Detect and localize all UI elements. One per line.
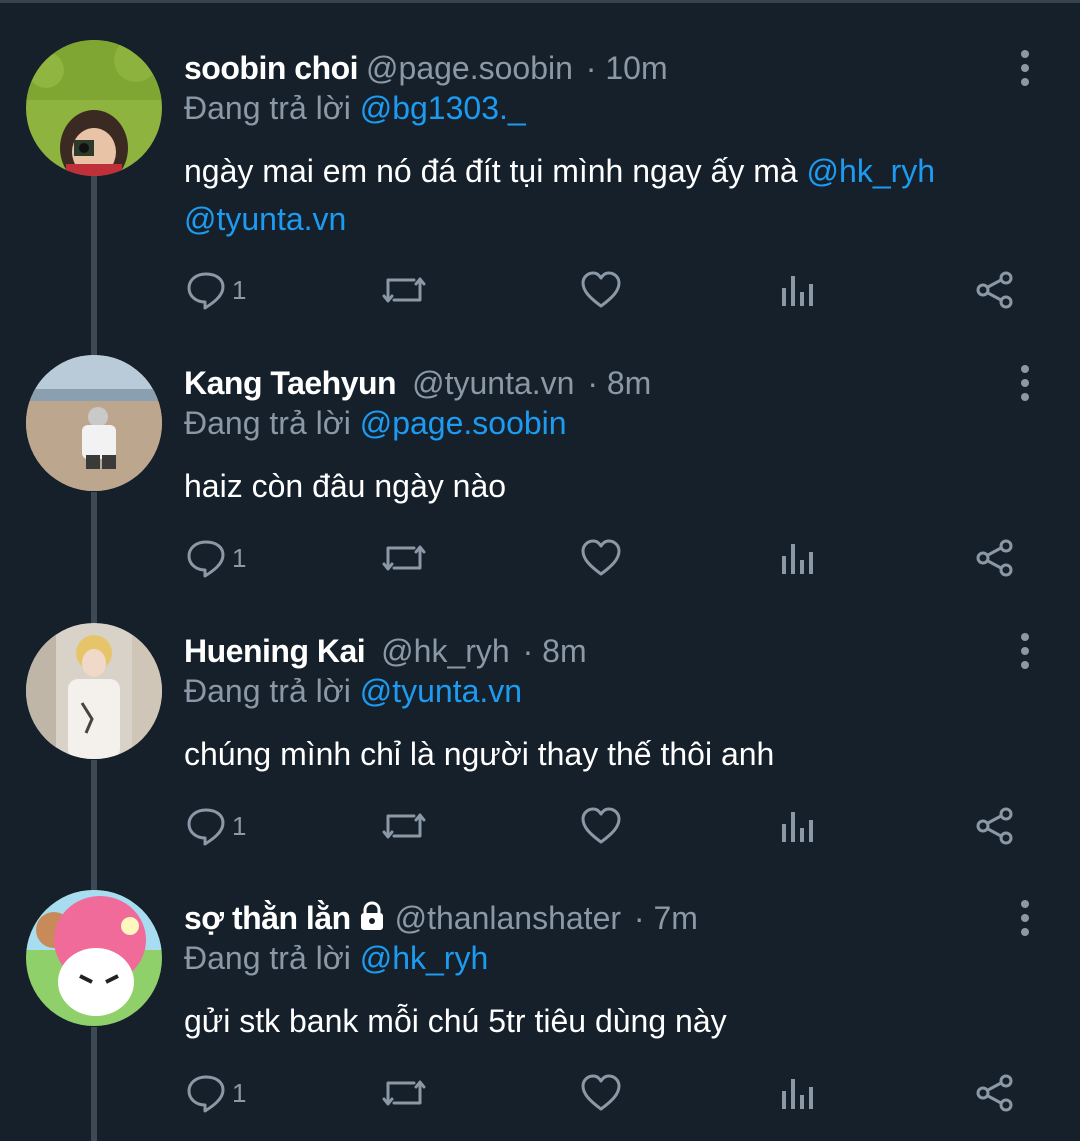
retweet-icon (380, 538, 428, 578)
like-icon (580, 806, 622, 846)
retweet-icon (380, 270, 428, 310)
share-button[interactable] (974, 265, 1016, 315)
timestamp[interactable]: · 8m (587, 365, 651, 401)
reply-icon (186, 806, 226, 846)
analytics-button[interactable] (780, 533, 816, 583)
share-button[interactable] (974, 801, 1016, 851)
reply-prefix: Đang trả lời (184, 673, 351, 709)
tweet[interactable]: Huening Kai @hk_ryh · 8m Đang trả lời @ty… (0, 623, 1080, 873)
reply-context: Đang trả lời @hk_ryh (184, 938, 488, 978)
mention-link[interactable]: @hk_ryh (807, 153, 936, 189)
reply-mention[interactable]: @page.soobin (360, 405, 567, 441)
like-button[interactable] (580, 1068, 622, 1118)
reply-prefix: Đang trả lời (184, 405, 351, 441)
tweet-actions: 1 (0, 265, 1080, 315)
share-icon (974, 1073, 1016, 1113)
like-icon (580, 538, 622, 578)
like-button[interactable] (580, 801, 622, 851)
tweet[interactable]: soobin choi @page.soobin · 10m Đang trả l… (0, 40, 1080, 340)
avatar[interactable] (26, 890, 162, 1026)
share-icon (974, 270, 1016, 310)
tweet[interactable]: sợ thằn lằn @thanlanshater · 7m Đang trả … (0, 890, 1080, 1140)
like-icon (580, 1073, 622, 1113)
reply-mention[interactable]: @bg1303._ (360, 90, 526, 126)
like-button[interactable] (580, 265, 622, 315)
display-name[interactable]: Kang Taehyun (184, 365, 397, 401)
analytics-button[interactable] (780, 265, 816, 315)
more-icon[interactable] (1010, 629, 1040, 669)
more-icon[interactable] (1010, 896, 1040, 936)
avatar[interactable] (26, 623, 162, 759)
reply-button[interactable]: 1 (186, 533, 246, 583)
timestamp[interactable]: · 8m (523, 633, 587, 669)
lock-icon (357, 900, 387, 940)
reply-context: Đang trả lời @tyunta.vn (184, 671, 522, 711)
tweet-text: ngày mai em nó đá đít tụi mình ngay ấy m… (184, 147, 1004, 243)
reply-count: 1 (232, 1077, 247, 1108)
reply-prefix: Đang trả lời (184, 940, 351, 976)
top-divider (0, 0, 1080, 3)
avatar[interactable] (26, 355, 162, 491)
share-icon (974, 806, 1016, 846)
reply-icon (186, 538, 226, 578)
tweet-header: soobin choi @page.soobin · 10m (184, 48, 668, 88)
share-icon (974, 538, 1016, 578)
display-name[interactable]: soobin choi (184, 50, 359, 86)
share-button[interactable] (974, 1068, 1016, 1118)
reply-mention[interactable]: @tyunta.vn (360, 673, 522, 709)
tweet[interactable]: Kang Taehyun @tyunta.vn · 8m Đang trả lời… (0, 355, 1080, 605)
reply-prefix: Đang trả lời (184, 90, 351, 126)
more-icon[interactable] (1010, 46, 1040, 86)
tweet-header: Kang Taehyun @tyunta.vn · 8m (184, 363, 651, 403)
like-icon (580, 270, 622, 310)
analytics-button[interactable] (780, 1068, 816, 1118)
retweet-icon (380, 806, 428, 846)
analytics-icon (780, 806, 816, 846)
username[interactable]: @thanlanshater (395, 900, 621, 936)
reply-context: Đang trả lời @page.soobin (184, 403, 567, 443)
username[interactable]: @tyunta.vn (412, 365, 574, 401)
tweet-header: Huening Kai @hk_ryh · 8m (184, 631, 587, 671)
reply-count: 1 (232, 542, 247, 573)
analytics-icon (780, 1073, 816, 1113)
like-button[interactable] (580, 533, 622, 583)
retweet-button[interactable] (380, 1068, 428, 1118)
analytics-icon (780, 538, 816, 578)
timestamp[interactable]: · 7m (634, 900, 698, 936)
username[interactable]: @page.soobin (366, 50, 573, 86)
tweet-header: sợ thằn lằn @thanlanshater · 7m (184, 898, 698, 940)
tweet-text: haiz còn đâu ngày nào (184, 468, 507, 504)
username[interactable]: @hk_ryh (381, 633, 510, 669)
share-button[interactable] (974, 533, 1016, 583)
tweet-text: chúng mình chỉ là người thay thế thôi an… (184, 736, 775, 772)
tweet-actions: 1 (0, 801, 1080, 851)
retweet-icon (380, 1073, 428, 1113)
reply-mention[interactable]: @hk_ryh (360, 940, 489, 976)
avatar[interactable] (26, 40, 162, 176)
display-name[interactable]: Huening Kai (184, 633, 366, 669)
reply-button[interactable]: 1 (186, 265, 246, 315)
mention-link[interactable]: @tyunta.vn (184, 201, 346, 237)
reply-icon (186, 1073, 226, 1113)
tweet-actions: 1 (0, 533, 1080, 583)
timestamp[interactable]: · 10m (586, 50, 668, 86)
reply-icon (186, 270, 226, 310)
reply-count: 1 (232, 810, 247, 841)
reply-button[interactable]: 1 (186, 801, 246, 851)
reply-context: Đang trả lời @bg1303._ (184, 88, 526, 128)
reply-count: 1 (232, 274, 247, 305)
analytics-button[interactable] (780, 801, 816, 851)
retweet-button[interactable] (380, 801, 428, 851)
display-name[interactable]: sợ thằn lằn (184, 900, 351, 936)
retweet-button[interactable] (380, 533, 428, 583)
retweet-button[interactable] (380, 265, 428, 315)
tweet-actions: 1 (0, 1068, 1080, 1118)
tweet-text: gửi stk bank mỗi chú 5tr tiêu dùng này (184, 1003, 727, 1039)
tweet-text-content: ngày mai em nó đá đít tụi mình ngay ấy m… (184, 153, 798, 189)
analytics-icon (780, 270, 816, 310)
reply-button[interactable]: 1 (186, 1068, 246, 1118)
more-icon[interactable] (1010, 361, 1040, 401)
